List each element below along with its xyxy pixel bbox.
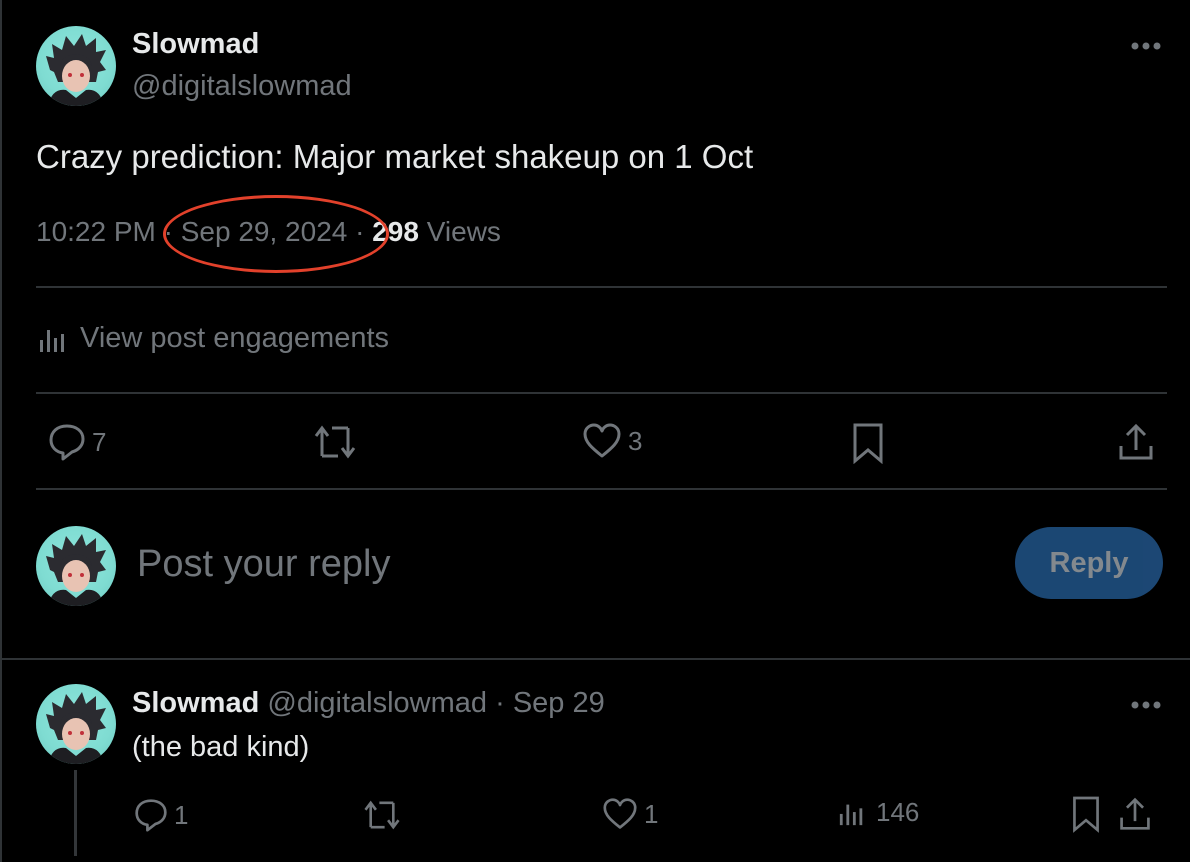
- view-engagements-link[interactable]: View post engagements: [38, 322, 389, 355]
- divider: [36, 286, 1167, 288]
- reply-author-avatar[interactable]: [36, 684, 116, 764]
- more-options-button[interactable]: [1130, 36, 1164, 56]
- heart-icon: [603, 798, 637, 829]
- analytics-bar-icon: [839, 804, 863, 825]
- post-detail-page: Slowmad @digitalslowmad Crazy prediction…: [0, 0, 1190, 862]
- reply-bookmark-button[interactable]: [1070, 795, 1102, 833]
- reply-count: 7: [92, 426, 107, 457]
- reply-author-name[interactable]: Slowmad: [132, 687, 259, 719]
- reply-submit-button[interactable]: Reply: [1015, 527, 1163, 599]
- views-count: 298: [372, 216, 419, 247]
- reply-bubble-icon: [135, 799, 167, 832]
- current-user-avatar[interactable]: [36, 526, 116, 606]
- reply-bubble-icon: [49, 424, 85, 461]
- author-name[interactable]: Slowmad: [132, 28, 259, 61]
- share-upload-icon: [1119, 423, 1153, 460]
- view-engagements-label: View post engagements: [80, 322, 390, 354]
- like-action-button[interactable]: 3: [582, 422, 642, 460]
- reply-action-button[interactable]: 7: [48, 422, 106, 462]
- bookmark-action-button[interactable]: [850, 422, 886, 464]
- heart-icon: [583, 423, 621, 458]
- reply-reply-count: 1: [174, 799, 189, 830]
- share-action-button[interactable]: [1117, 422, 1155, 462]
- divider: [36, 488, 1167, 490]
- reply-input[interactable]: [135, 535, 959, 593]
- avatar-image-icon: [46, 692, 106, 764]
- reply-reply-button[interactable]: 1: [134, 797, 188, 833]
- reply-like-button[interactable]: 1: [602, 797, 658, 831]
- more-horizontal-icon: [1131, 701, 1161, 709]
- like-count: 3: [628, 425, 643, 456]
- avatar-image-icon: [46, 34, 106, 106]
- share-upload-icon: [1120, 797, 1150, 830]
- reply-more-options-button[interactable]: [1130, 695, 1164, 715]
- reply-author-handle[interactable]: @digitalslowmad: [267, 687, 487, 719]
- bookmark-icon: [853, 423, 883, 464]
- views-label: Views: [426, 216, 501, 247]
- post-meta: 10:22 PM · Sep 29, 2024 · 298 Views: [36, 216, 501, 248]
- repost-icon: [364, 800, 400, 830]
- thread-connector-line: [74, 770, 77, 856]
- meta-separator: ·: [495, 687, 505, 719]
- reply-repost-button[interactable]: [362, 797, 402, 833]
- more-horizontal-icon: [1131, 42, 1161, 50]
- reply-like-count: 1: [644, 798, 659, 829]
- analytics-bar-icon: [40, 329, 64, 352]
- post-text: Crazy prediction: Major market shakeup o…: [36, 138, 754, 175]
- divider: [36, 392, 1167, 394]
- avatar-image-icon: [46, 534, 106, 606]
- author-handle[interactable]: @digitalslowmad: [132, 70, 352, 103]
- reply-text: (the bad kind): [132, 731, 310, 763]
- post-date[interactable]: Sep 29, 2024: [181, 216, 348, 247]
- bookmark-icon: [1073, 796, 1099, 833]
- meta-separator: ·: [163, 216, 173, 247]
- reply-share-button[interactable]: [1118, 796, 1152, 832]
- reply-date[interactable]: Sep 29: [513, 687, 605, 719]
- repost-icon: [314, 425, 356, 459]
- post-time[interactable]: 10:22 PM: [36, 216, 156, 247]
- repost-action-button[interactable]: [312, 422, 358, 462]
- reply-header: Slowmad @digitalslowmad · Sep 29: [132, 687, 605, 720]
- reply-views-button[interactable]: 146: [838, 797, 919, 828]
- meta-separator: ·: [355, 216, 365, 247]
- section-divider: [2, 658, 1190, 660]
- reply-views-count: 146: [876, 797, 920, 827]
- author-avatar[interactable]: [36, 26, 116, 106]
